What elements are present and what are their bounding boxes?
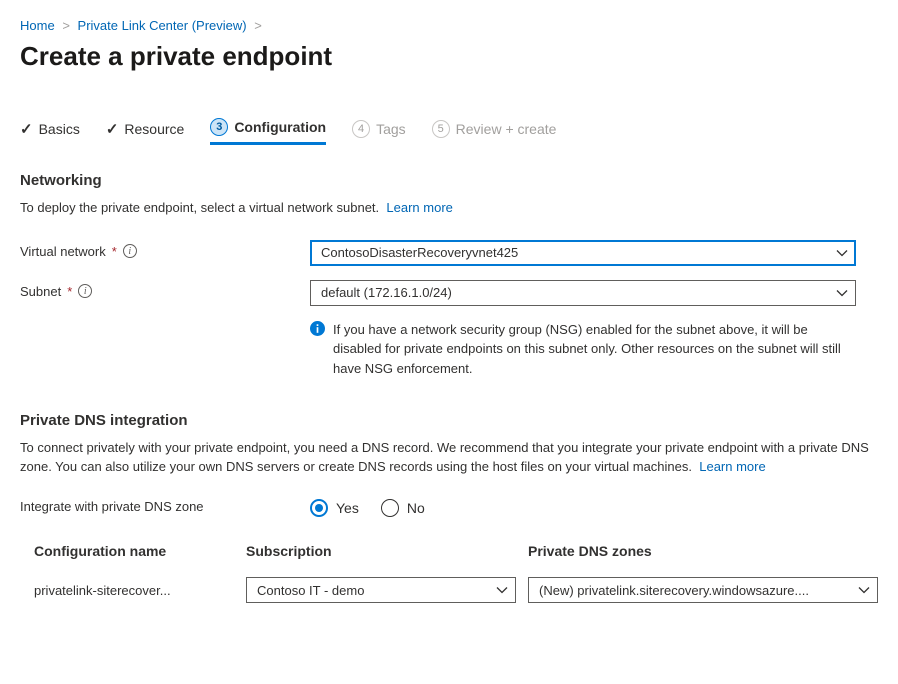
dns-zone-select[interactable]: (New) privatelink.siterecovery.windowsaz… xyxy=(528,577,878,603)
wizard-step-label: Tags xyxy=(376,121,406,137)
wizard-steps: ✓ Basics ✓ Resource 3 Configuration 4 Ta… xyxy=(20,118,878,146)
section-description: To deploy the private endpoint, select a… xyxy=(20,199,878,218)
section-description: To connect privately with your private e… xyxy=(20,439,878,477)
wizard-step-label: Resource xyxy=(124,121,184,137)
step-number-badge: 4 xyxy=(352,120,370,138)
field-integrate-dns: Integrate with private DNS zone Yes No xyxy=(20,499,878,517)
radio-icon xyxy=(310,499,328,517)
step-number-badge: 3 xyxy=(210,118,228,136)
col-header-subscription: Subscription xyxy=(246,543,516,559)
field-label: Subnet xyxy=(20,284,61,299)
section-networking: Networking To deploy the private endpoin… xyxy=(20,172,878,378)
section-heading-dns: Private DNS integration xyxy=(20,412,878,429)
wizard-step-label: Configuration xyxy=(234,119,326,135)
info-icon[interactable]: i xyxy=(123,244,137,258)
radio-yes[interactable]: Yes xyxy=(310,499,359,517)
select-value: Contoso IT - demo xyxy=(257,583,364,598)
wizard-step-label: Review + create xyxy=(456,121,557,137)
wizard-step-review[interactable]: 5 Review + create xyxy=(432,120,557,144)
field-label: Virtual network xyxy=(20,244,106,259)
info-icon[interactable]: i xyxy=(78,284,92,298)
select-value: (New) privatelink.siterecovery.windowsaz… xyxy=(539,583,809,598)
page-title: Create a private endpoint xyxy=(20,41,878,72)
integrate-dns-radio-group: Yes No xyxy=(310,499,856,517)
check-icon: ✓ xyxy=(106,120,119,138)
info-filled-icon xyxy=(310,321,325,379)
radio-no[interactable]: No xyxy=(381,499,425,517)
nsg-info-note: If you have a network security group (NS… xyxy=(310,320,856,379)
section-heading-networking: Networking xyxy=(20,172,878,189)
field-virtual-network: Virtual network * i ContosoDisasterRecov… xyxy=(20,240,878,266)
dns-zones-table: Configuration name Subscription Private … xyxy=(34,543,878,603)
wizard-step-label: Basics xyxy=(39,121,80,137)
wizard-step-resource[interactable]: ✓ Resource xyxy=(106,120,185,144)
field-label: Integrate with private DNS zone xyxy=(20,499,204,514)
wizard-step-basics[interactable]: ✓ Basics xyxy=(20,120,80,144)
col-header-zones: Private DNS zones xyxy=(528,543,878,559)
field-subnet: Subnet * i default (172.16.1.0/24) xyxy=(20,280,878,306)
breadcrumb: Home > Private Link Center (Preview) > xyxy=(20,18,878,33)
radio-label: No xyxy=(407,500,425,516)
required-asterisk: * xyxy=(112,244,117,259)
required-asterisk: * xyxy=(67,284,72,299)
cell-config-name: privatelink-siterecover... xyxy=(34,583,234,598)
check-icon: ✓ xyxy=(20,120,33,138)
learn-more-link[interactable]: Learn more xyxy=(699,459,765,474)
table-header: Configuration name Subscription Private … xyxy=(34,543,878,559)
step-number-badge: 5 xyxy=(432,120,450,138)
select-value: ContosoDisasterRecoveryvnet425 xyxy=(321,245,518,260)
section-private-dns: Private DNS integration To connect priva… xyxy=(20,412,878,603)
chevron-right-icon: > xyxy=(62,18,70,33)
breadcrumb-home[interactable]: Home xyxy=(20,18,55,33)
breadcrumb-private-link-center[interactable]: Private Link Center (Preview) xyxy=(78,18,247,33)
radio-label: Yes xyxy=(336,500,359,516)
wizard-step-configuration[interactable]: 3 Configuration xyxy=(210,118,326,145)
virtual-network-select[interactable]: ContosoDisasterRecoveryvnet425 xyxy=(310,240,856,266)
table-row: privatelink-siterecover... Contoso IT - … xyxy=(34,577,878,603)
col-header-config: Configuration name xyxy=(34,543,234,559)
subnet-select[interactable]: default (172.16.1.0/24) xyxy=(310,280,856,306)
radio-icon xyxy=(381,499,399,517)
select-value: default (172.16.1.0/24) xyxy=(321,285,452,300)
subscription-select[interactable]: Contoso IT - demo xyxy=(246,577,516,603)
chevron-right-icon: > xyxy=(254,18,262,33)
note-text: If you have a network security group (NS… xyxy=(333,320,856,379)
wizard-step-tags[interactable]: 4 Tags xyxy=(352,120,406,144)
learn-more-link[interactable]: Learn more xyxy=(386,200,452,215)
